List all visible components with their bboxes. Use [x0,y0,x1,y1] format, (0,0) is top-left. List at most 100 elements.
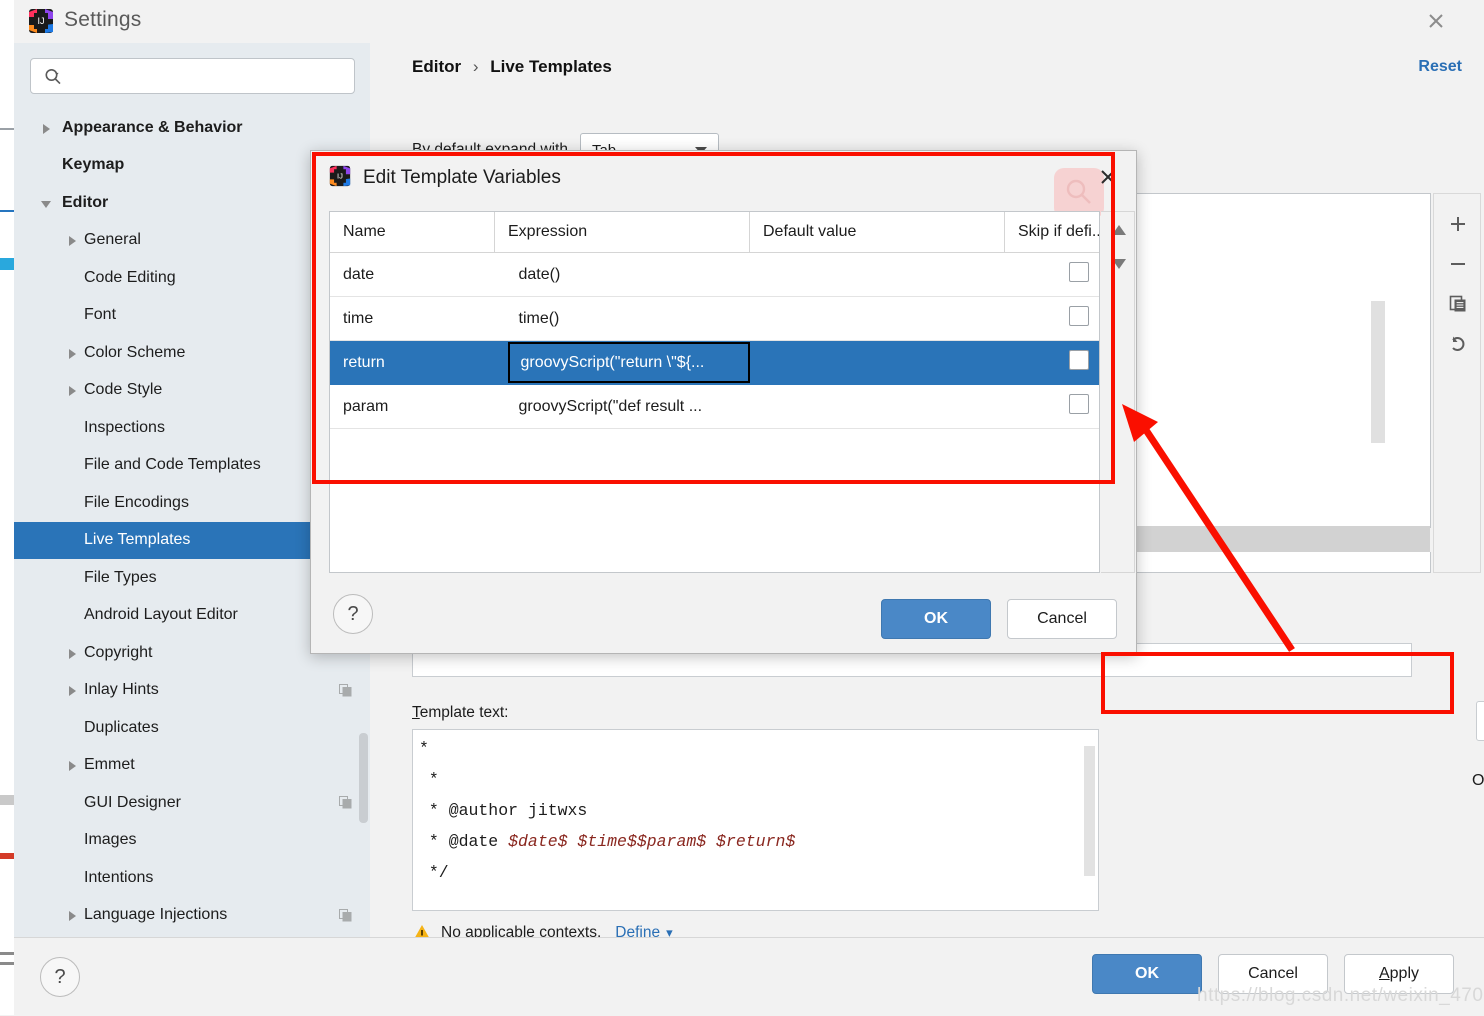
chevron-right-icon[interactable] [66,684,78,697]
sidebar-item-appearance-behavior[interactable]: Appearance & Behavior [14,109,370,147]
expression-value: groovyScript("def result ... [518,397,703,415]
live-templates-scrollbar-thumb[interactable] [1371,301,1385,443]
dialog-title: Edit Template Variables [363,167,561,188]
sidebar-item-label: Editor [62,193,109,211]
copy-icon[interactable] [1442,288,1474,320]
svg-text:IJ: IJ [37,16,44,26]
cell-expression[interactable]: date() [494,252,750,297]
cell-name[interactable]: date [330,252,495,297]
column-header-default-value[interactable]: Default value [749,212,1005,253]
cell-name[interactable]: time [330,296,495,341]
cell-name[interactable]: return [330,340,495,385]
intellij-idea-logo-icon: IJ [329,165,351,191]
template-text-content: * * * @author jitwxs * @date $date$ $tim… [419,733,795,888]
sidebar-item-label: General [84,231,141,249]
reset-link[interactable]: Reset [1418,58,1462,76]
template-text-line: * @date [419,832,509,851]
cell-skip-if-defined[interactable] [1004,252,1099,297]
chevron-right-icon[interactable] [66,647,78,659]
template-text-scrollbar-thumb[interactable] [1084,746,1095,876]
dialog-cancel-button[interactable]: Cancel [1007,599,1117,639]
sidebar-item-label: File Types [84,568,157,586]
cell-expression[interactable]: time() [494,296,750,341]
copy-icon [339,908,352,922]
cell-skip-if-defined[interactable] [1004,384,1099,429]
copy-icon [339,683,352,697]
triangle-down-icon[interactable] [1110,256,1128,272]
chevron-right-icon[interactable] [66,234,78,247]
chevron-right-icon[interactable] [66,347,78,359]
breadcrumb-separator: › [472,57,479,76]
cell-default-value[interactable] [749,340,1005,385]
sidebar-item-intentions[interactable]: Intentions [14,859,370,897]
cell-skip-if-defined[interactable] [1004,296,1099,341]
ide-background-strip [0,0,15,1015]
cell-expression[interactable]: groovyScript("def result ... [494,384,750,429]
search-input[interactable] [71,59,350,95]
template-text-line: * @author jitwxs [419,801,588,820]
sidebar-item-duplicates[interactable]: Duplicates [14,709,370,747]
plus-icon[interactable] [1442,208,1474,240]
options-section-title: Options [1472,772,1484,790]
title-bar: IJ Settings [14,0,1484,43]
column-header-name[interactable]: Name [330,212,495,253]
template-text-line: */ [419,863,449,882]
template-text-editor[interactable]: * * * @author jitwxs * @date $date$ $tim… [412,729,1099,911]
column-header-skip-if-defi[interactable]: Skip if defi... [1004,212,1099,253]
column-header-expression[interactable]: Expression [494,212,750,253]
skip-if-defined-checkbox[interactable] [1068,306,1089,326]
table-row[interactable]: date date() [330,252,1099,297]
chevron-right-icon[interactable] [40,122,52,134]
cell-default-value[interactable] [749,296,1005,341]
expression-value: date() [518,265,561,283]
sidebar-item-language-injections[interactable]: Language Injections [14,897,370,935]
template-text-label: Template text: [412,704,509,721]
sidebar-item-gui-designer[interactable]: GUI Designer [14,784,370,822]
minus-icon[interactable] [1442,248,1474,280]
cell-default-value[interactable] [749,252,1005,297]
revert-icon[interactable] [1442,328,1474,360]
cell-expression[interactable]: groovyScript("return \"${... [494,340,750,385]
cell-name[interactable]: param [330,384,495,429]
sidebar-item-label: Images [84,831,137,849]
dialog-ok-button[interactable]: OK [881,599,991,639]
dialog-help-button[interactable]: ? [333,594,373,634]
chevron-right-icon[interactable] [66,384,78,397]
cell-default-value[interactable] [749,384,1005,429]
chevron-down-icon[interactable] [40,197,52,209]
close-icon[interactable] [1094,163,1122,191]
sidebar-item-label: GUI Designer [84,793,181,811]
template-variables-table: Name Expression Default value Skip if defi.… [330,212,1099,429]
ok-button[interactable]: OK [1092,954,1202,994]
sidebar-item-label: Emmet [84,756,135,774]
cell-skip-if-defined[interactable] [1004,340,1099,385]
sidebar-item-inlay-hints[interactable]: Inlay Hints [14,672,370,710]
copy-icon [339,796,352,809]
table-row[interactable]: return groovyScript("return \"${... [330,340,1099,385]
sidebar-item-images[interactable]: Images [14,822,370,860]
sidebar-scrollbar-thumb-lower[interactable] [359,733,368,823]
table-row[interactable]: param groovyScript("def result ... [330,384,1099,429]
skip-if-defined-checkbox[interactable] [1068,262,1089,282]
breadcrumb-parent[interactable]: Editor [412,57,461,76]
sidebar-item-label: Code Editing [84,268,176,286]
sidebar-item-label: Android Layout Editor [84,606,238,624]
skip-if-defined-checkbox[interactable] [1068,394,1089,414]
live-templates-toolbar [1433,193,1481,573]
sidebar-item-label: File Encodings [84,493,189,511]
breadcrumb-current: Live Templates [490,57,612,76]
triangle-up-icon[interactable] [1110,222,1128,238]
help-button[interactable]: ? [40,957,80,997]
template-text-variables: $date$ $time$$param$ $return$ [508,832,796,851]
edit-variables-button[interactable]: Edit variables [1476,701,1484,741]
sidebar-item-label: Color Scheme [84,343,186,361]
close-icon[interactable] [1419,6,1453,36]
chevron-right-icon[interactable] [66,759,78,772]
search-box[interactable] [30,58,355,95]
edit-template-variables-dialog: IJ Edit Template Variables Name Expressio… [310,150,1137,654]
sidebar-item-label: Live Templates [84,531,191,549]
table-row[interactable]: time time() [330,296,1099,341]
sidebar-item-emmet[interactable]: Emmet [14,747,370,785]
chevron-right-icon[interactable] [66,909,78,922]
skip-if-defined-checkbox[interactable] [1068,350,1089,370]
